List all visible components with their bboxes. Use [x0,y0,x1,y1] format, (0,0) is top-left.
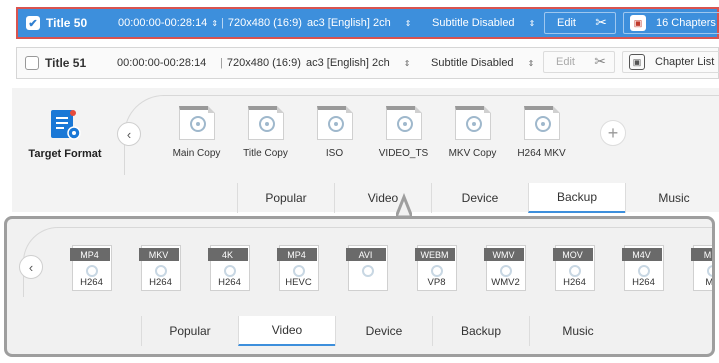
scissors-icon: ✂ [595,14,607,30]
video-format-item[interactable]: AVI [333,245,402,291]
tab-popular[interactable]: Popular [237,183,334,213]
video-format-file-icon: MKV H264 [138,245,181,291]
video-format-item[interactable]: MOV H264 [540,245,609,291]
video-format-panel: ‹ MP4 H264 MKV H264 4K H264 MP4 HEVC AVI WEB… [4,216,715,357]
target-format-label: Target Format [28,148,102,160]
prev-format-button[interactable]: ‹ [117,122,141,146]
audio-dropdown-icon: ⇕ [404,18,412,28]
video-format-item[interactable]: M4V H264 [609,245,678,291]
video-format-list: MP4 H264 MKV H264 4K H264 MP4 HEVC AVI WEBM V… [57,245,712,291]
video-format-file-icon: MOV H264 [552,245,595,291]
video-format-item[interactable]: WEBM VP8 [402,245,471,291]
iso-icon [316,106,353,140]
video-format-file-icon: WMV WMV2 [483,245,526,291]
video-format-item[interactable]: MKV H264 [126,245,195,291]
backup-format-panel: Target Format ‹ Main Copy Title Copy ISO… [12,88,719,213]
scissors-icon: ✂ [594,53,606,69]
format-main-copy[interactable]: Main Copy [162,106,231,159]
h264-mkv-icon [523,106,560,140]
tab-video[interactable]: Video [238,316,335,346]
upper-category-tabs: Popular Video Device Backup Music [237,183,719,213]
title-50-audio-select[interactable]: ac3 [English] 2ch ⇕ [307,9,411,37]
title-copy-icon [247,106,284,140]
add-format-button[interactable]: + [600,120,626,146]
tab-backup[interactable]: Backup [432,316,529,346]
video-format-file-icon: MP4 HEVC [276,245,319,291]
video-format-file-icon: WEBM VP8 [414,245,457,291]
target-format-button[interactable]: Target Format [24,108,106,160]
main-copy-icon [178,106,215,140]
tab-music[interactable]: Music [625,183,719,213]
video-format-item[interactable]: 4K H264 [195,245,264,291]
title-row-51[interactable]: Title 51 00:00:00-00:28:14 | 720x480 (16:… [16,47,719,79]
title-50-name: Title 50 [46,16,88,30]
video-format-item[interactable]: WMV WMV2 [471,245,540,291]
title-50-checkbox[interactable]: ✔ [26,16,40,30]
title-51-resolution: | 720x480 (16:9) [220,57,301,69]
title-51-audio-select[interactable]: ac3 [English] 2ch ⇕ [306,48,410,78]
callout-pointer [396,193,412,217]
video-format-item[interactable]: MPMP [678,245,712,291]
tab-device[interactable]: Device [335,316,432,346]
backup-format-list: Main Copy Title Copy ISO VIDEO_TS MKV Co… [162,106,576,159]
title-51-subtitle-select[interactable]: Subtitle Disabled ⇕ [431,48,534,78]
title-51-checkbox[interactable] [25,56,39,70]
lower-category-tabs: Popular Video Device Backup Music [15,316,626,346]
tab-video[interactable]: Video [334,183,431,213]
title-50-edit-button[interactable]: Edit ✂ [544,12,616,34]
title-50-chapters-button[interactable]: ▣ 16 Chapters [623,12,719,34]
audio-dropdown-icon: ⇕ [403,58,411,68]
title-50-subtitle-select[interactable]: Subtitle Disabled ⇕ [432,9,535,37]
mkv-copy-icon [454,106,491,140]
video-ts-icon [385,106,422,140]
tab-blank[interactable] [15,316,141,346]
title-50-resolution: | 720x480 (16:9) [221,17,302,29]
title-50-time-range[interactable]: 00:00:00-00:28:14 ⇕ [118,9,218,37]
format-iso[interactable]: ISO [300,106,369,159]
title-51-chapters-button[interactable]: ▣ Chapter List [622,51,719,73]
tab-device[interactable]: Device [431,183,528,213]
subtitle-dropdown-icon: ⇕ [528,18,536,28]
chapter-list-icon: ▣ [630,15,646,31]
format-title-copy[interactable]: Title Copy [231,106,300,159]
format-h264-mkv[interactable]: H264 MKV [507,106,576,159]
video-format-file-icon: MPMP [690,245,712,291]
video-format-item[interactable]: MP4 HEVC [264,245,333,291]
video-format-file-icon: M4V H264 [621,245,664,291]
tab-music[interactable]: Music [529,316,626,346]
format-mkv-copy[interactable]: MKV Copy [438,106,507,159]
target-format-icon [48,108,82,142]
format-video-ts[interactable]: VIDEO_TS [369,106,438,159]
prev-video-format-button[interactable]: ‹ [19,255,43,279]
time-spin-icon: ⇕ [211,18,219,28]
video-format-item[interactable]: MP4 H264 [57,245,126,291]
subtitle-dropdown-icon: ⇕ [527,58,535,68]
tab-popular[interactable]: Popular [141,316,238,346]
dvd-ripper-window: ✔ Title 50 00:00:00-00:28:14 ⇕ | 720x480 (… [0,0,719,363]
chapter-list-icon: ▣ [629,54,645,70]
title-51-time-range[interactable]: 00:00:00-00:28:14 [117,48,206,78]
video-format-file-icon: 4K H264 [207,245,250,291]
title-row-50[interactable]: ✔ Title 50 00:00:00-00:28:14 ⇕ | 720x480 (… [16,7,719,39]
tab-backup[interactable]: Backup [528,183,625,213]
title-51-edit-button[interactable]: Edit ✂ [543,51,615,73]
video-format-file-icon: AVI [345,245,388,291]
title-51-name: Title 51 [45,56,87,70]
video-format-file-icon: MP4 H264 [69,245,112,291]
